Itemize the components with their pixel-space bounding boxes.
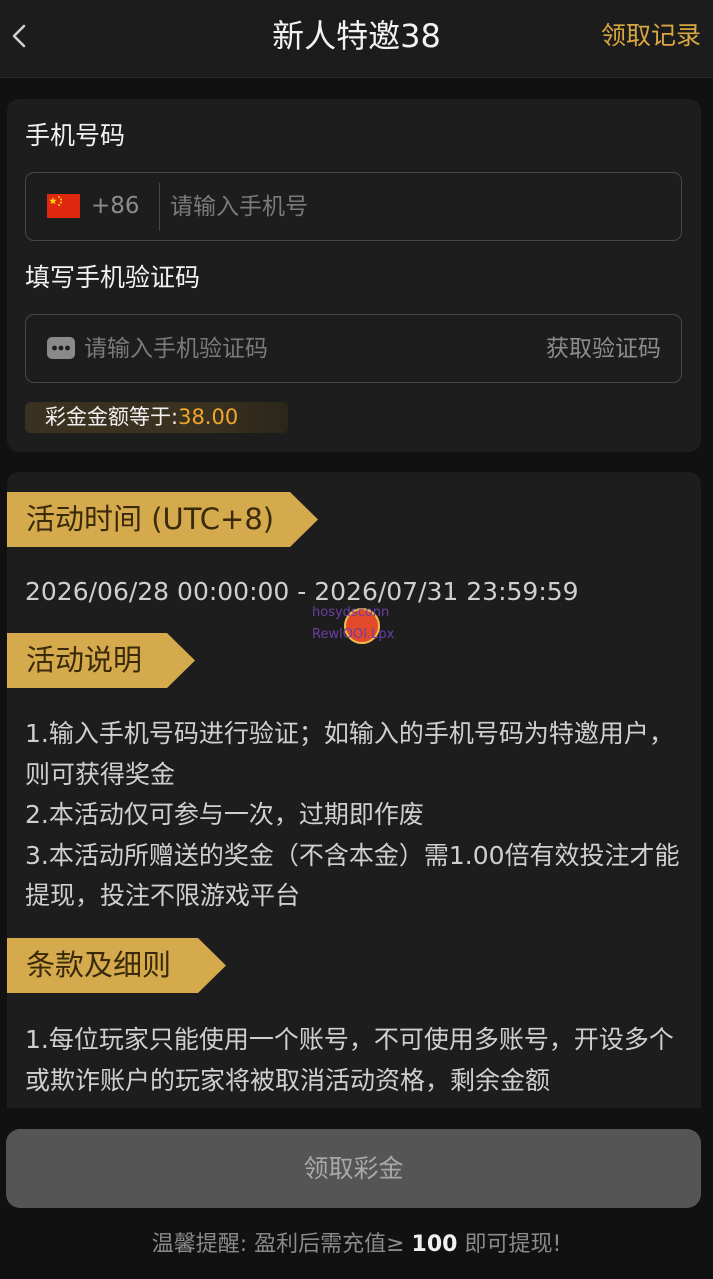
sms-icon [47, 337, 75, 359]
reminder-amount: 100 [411, 1232, 458, 1257]
watermark-text-bottom: RewlOOI.Lpx [312, 627, 395, 642]
reminder-prefix: 温馨提醒: 盈利后需充值≥ [151, 1232, 412, 1257]
field-divider [159, 183, 160, 231]
get-code-button[interactable]: 获取验证码 [546, 332, 661, 366]
terms-text: 1.每位玩家只能使用一个账号，不可使用多账号，开设多个或欺诈账户的玩家将被取消活… [25, 1020, 685, 1101]
activity-description-heading: 活动说明 [7, 633, 195, 688]
phone-field: +86 [25, 172, 682, 241]
terms-line: 1.每位玩家只能使用一个账号，不可使用多账号，开设多个或欺诈账户的玩家将被取消活… [25, 1025, 674, 1095]
page: 新人特邀38 领取记录 手机号码 +86 填写手机验证码 [0, 0, 713, 1279]
header-bar: 新人特邀38 领取记录 [0, 0, 713, 78]
phone-input[interactable] [170, 183, 660, 231]
description-line: 1.输入手机号码进行验证；如输入的手机号码为特邀用户，则可获得奖金 [25, 719, 674, 789]
claim-records-link[interactable]: 领取记录 [601, 18, 701, 54]
activity-description: 1.输入手机号码进行验证；如输入的手机号码为特邀用户，则可获得奖金 2.本活动仅… [25, 714, 685, 917]
china-flag-icon [47, 194, 80, 218]
activity-info-card: 活动时间 (UTC+8) 2026/06/28 00:00:00 - 2026/… [7, 472, 701, 1132]
watermark-text-top: hosydsconn [312, 605, 390, 620]
bonus-amount-value: 38.00 [178, 405, 239, 429]
claim-bonus-button[interactable]: 领取彩金 [6, 1129, 701, 1208]
watermark-logo: hosydsconn RewlOOI.Lpx [312, 605, 412, 649]
verification-code-input[interactable] [84, 325, 464, 373]
terms-heading: 条款及细则 [7, 938, 226, 993]
country-dial-code[interactable]: +86 [91, 189, 140, 223]
withdraw-reminder: 温馨提醒: 盈利后需充值≥ 100 即可提现! [0, 1229, 713, 1261]
verification-code-field: 获取验证码 [25, 314, 682, 383]
verification-code-label: 填写手机验证码 [25, 263, 201, 292]
reminder-suffix: 即可提现! [457, 1232, 562, 1257]
activity-time-heading: 活动时间 (UTC+8) [7, 492, 318, 547]
description-line: 3.本活动所赠送的奖金（不含本金）需1.00倍有效投注才能提现，投注不限游戏平台 [25, 840, 680, 911]
verification-form: 手机号码 +86 填写手机验证码 获取验证码 [7, 99, 701, 452]
bonus-amount-badge: 彩金金额等于:38.00 [25, 402, 288, 433]
phone-label: 手机号码 [25, 121, 126, 150]
description-line: 2.本活动仅可参与一次，过期即作废 [25, 800, 424, 829]
bottom-action-bar: 领取彩金 温馨提醒: 盈利后需充值≥ 100 即可提现! [0, 1108, 713, 1279]
bonus-amount-label: 彩金金额等于: [45, 405, 179, 429]
